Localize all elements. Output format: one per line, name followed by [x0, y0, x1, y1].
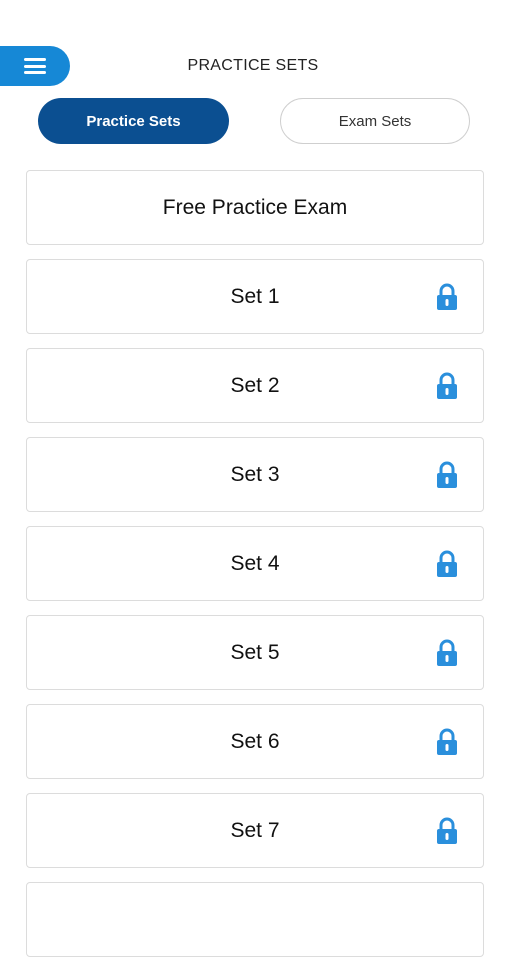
page-title: PRACTICE SETS: [187, 57, 319, 74]
lock-icon: [437, 639, 457, 666]
tab-practice-sets[interactable]: Practice Sets: [38, 98, 229, 144]
list-item-set-1[interactable]: Set 1: [26, 259, 484, 334]
list-item-label: Set 4: [230, 551, 280, 575]
list-item-set-2[interactable]: Set 2: [26, 348, 484, 423]
list-item-label: Set 2: [230, 373, 280, 397]
list-item-free-practice-exam[interactable]: Free Practice Exam: [26, 170, 484, 245]
list-item-label: Free Practice Exam: [162, 195, 348, 219]
lock-icon: [437, 461, 457, 488]
list-item-label: Set 5: [230, 640, 280, 664]
list-item-label: Set 6: [230, 729, 280, 753]
list-item-set-6[interactable]: Set 6: [26, 704, 484, 779]
lock-icon: [437, 372, 457, 399]
lock-icon: [437, 550, 457, 577]
lock-icon: [437, 728, 457, 755]
tab-exam-sets[interactable]: Exam Sets: [280, 98, 470, 144]
list-item-set-4[interactable]: Set 4: [26, 526, 484, 601]
list-item-partial[interactable]: [26, 882, 484, 957]
list-item-set-7[interactable]: Set 7: [26, 793, 484, 868]
lock-icon: [437, 817, 457, 844]
list-item-label: Set 1: [230, 284, 280, 308]
list-item-set-3[interactable]: Set 3: [26, 437, 484, 512]
lock-icon: [437, 283, 457, 310]
list-item-label: Set 7: [230, 818, 280, 842]
list-item-label: Set 3: [230, 462, 280, 486]
practice-set-list: Free Practice Exam Set 1 Set 2 Set 3 Set…: [26, 170, 484, 971]
list-item-set-5[interactable]: Set 5: [26, 615, 484, 690]
